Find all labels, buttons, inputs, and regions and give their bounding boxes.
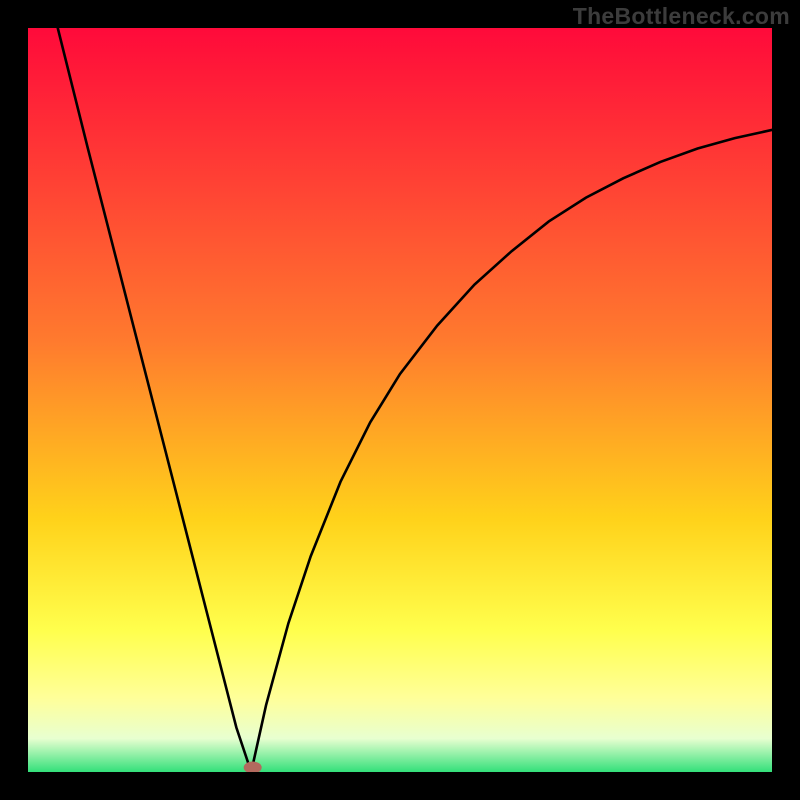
bottleneck-chart bbox=[28, 28, 772, 772]
watermark-label: TheBottleneck.com bbox=[573, 3, 790, 30]
chart-frame: TheBottleneck.com bbox=[0, 0, 800, 800]
gradient-background bbox=[28, 28, 772, 772]
